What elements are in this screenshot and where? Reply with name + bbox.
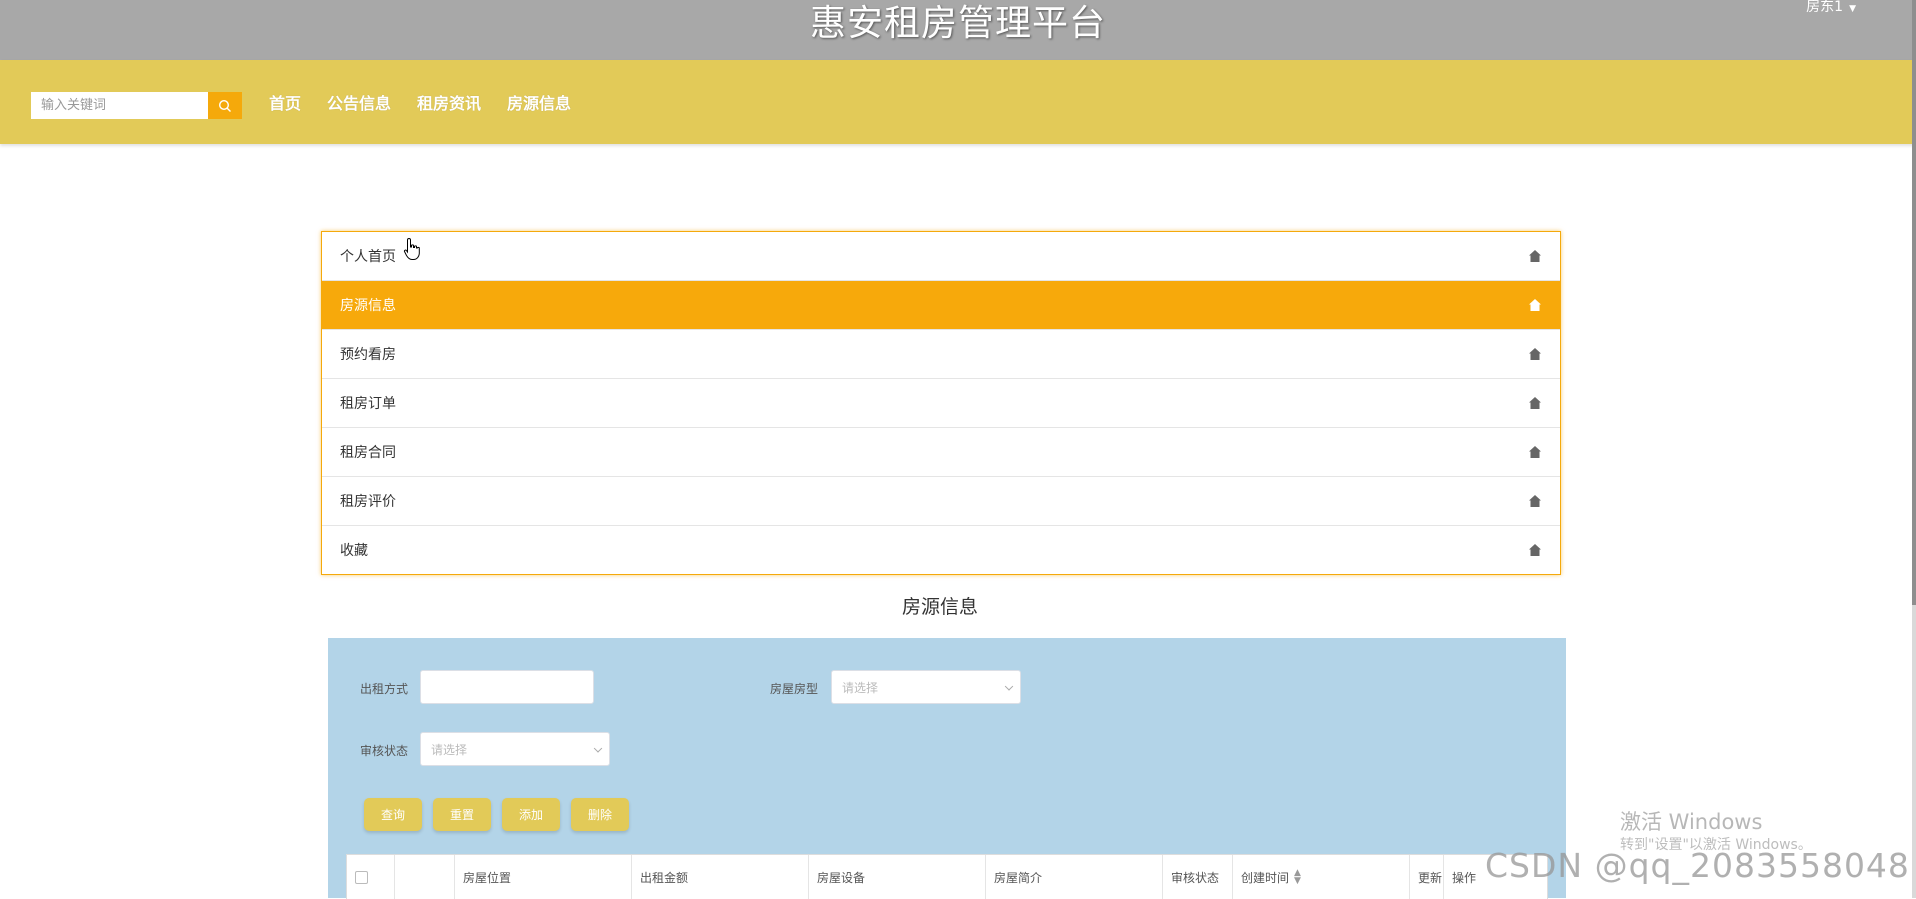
user-name: 房东1 xyxy=(1806,0,1844,15)
main-navbar: 首页 公告信息 租房资讯 房源信息 xyxy=(0,60,1916,144)
nav-link-home[interactable]: 首页 xyxy=(269,90,301,114)
home-icon xyxy=(1529,299,1541,311)
search-input[interactable] xyxy=(31,92,208,119)
rent-mode-label: 出租方式 xyxy=(360,682,409,696)
home-icon xyxy=(1529,250,1541,262)
nav-link-announcements[interactable]: 公告信息 xyxy=(327,90,391,114)
audit-status-placeholder: 请选择 xyxy=(431,742,468,757)
sort-icon[interactable]: ▲ ▼ xyxy=(1294,869,1301,886)
home-icon xyxy=(1529,495,1541,507)
column-index xyxy=(395,855,455,899)
column-updated: 更新 xyxy=(1410,855,1444,899)
chevron-down-icon xyxy=(593,744,603,753)
home-icon xyxy=(1529,446,1541,458)
nav-link-listings[interactable]: 房源信息 xyxy=(507,90,571,114)
column-location: 房屋位置 xyxy=(455,855,632,899)
hand-cursor-icon xyxy=(403,237,420,260)
chevron-down-icon: ▼ xyxy=(1849,4,1856,14)
user-center-menu: 个人首页 房源信息 预约看房 租房订单 租房合同 租房评价 收藏 xyxy=(321,231,1561,575)
search-icon xyxy=(218,99,231,112)
delete-button[interactable]: 删除 xyxy=(571,798,629,831)
nav-links: 首页 公告信息 租房资讯 房源信息 xyxy=(269,90,597,114)
csdn-watermark: CSDN @qq_2083558048 xyxy=(1485,846,1910,885)
nav-link-rental-news[interactable]: 租房资讯 xyxy=(417,90,481,114)
menu-item-rental-reviews[interactable]: 租房评价 xyxy=(322,477,1560,526)
query-button[interactable]: 查询 xyxy=(364,798,422,831)
menu-item-viewing-appointments[interactable]: 预约看房 xyxy=(322,330,1560,379)
menu-item-favorites[interactable]: 收藏 xyxy=(322,526,1560,574)
column-audit-status: 审核状态 xyxy=(1163,855,1233,899)
section-title: 房源信息 xyxy=(901,596,978,618)
house-type-select[interactable]: 请选择 xyxy=(831,670,1021,704)
home-icon xyxy=(1529,544,1541,556)
column-select-all[interactable] xyxy=(347,855,395,899)
search-button[interactable] xyxy=(208,92,242,119)
menu-item-personal-home[interactable]: 个人首页 xyxy=(322,232,1560,281)
top-header: 惠安租房管理平台 房东1 ▼ xyxy=(0,0,1916,60)
menu-item-label: 个人首页 xyxy=(340,249,396,265)
home-icon xyxy=(1529,397,1541,409)
column-description: 房屋简介 xyxy=(986,855,1163,899)
column-rent: 出租金额 xyxy=(632,855,809,899)
column-facilities: 房屋设备 xyxy=(809,855,986,899)
reset-button[interactable]: 重置 xyxy=(433,798,491,831)
listing-table-header: 房屋位置 出租金额 房屋设备 房屋简介 审核状态 创建时间 ▲ ▼ 更新 操作 xyxy=(346,854,1548,899)
add-button[interactable]: 添加 xyxy=(502,798,560,831)
house-type-label: 房屋房型 xyxy=(770,682,819,696)
site-title: 惠安租房管理平台 xyxy=(809,3,1106,44)
select-all-checkbox[interactable] xyxy=(355,870,368,884)
page-scrollbar[interactable] xyxy=(1912,0,1916,898)
home-icon xyxy=(1529,348,1541,360)
rent-mode-input[interactable] xyxy=(420,670,594,704)
chevron-down-icon xyxy=(1004,682,1014,691)
windows-activation-title: 激活 Windows xyxy=(1620,810,1763,834)
column-created-time-label: 创建时间 xyxy=(1241,870,1290,885)
menu-item-label: 租房评价 xyxy=(340,494,396,510)
menu-item-label: 预约看房 xyxy=(340,347,396,363)
menu-item-label: 租房合同 xyxy=(340,445,396,461)
audit-status-select[interactable]: 请选择 xyxy=(420,732,610,766)
house-type-placeholder: 请选择 xyxy=(842,680,879,695)
menu-item-listings[interactable]: 房源信息 xyxy=(322,281,1560,330)
search-box xyxy=(31,92,242,119)
scrollbar-thumb[interactable] xyxy=(1912,0,1916,605)
menu-item-label: 房源信息 xyxy=(340,298,396,314)
column-created-time[interactable]: 创建时间 ▲ ▼ xyxy=(1233,855,1410,899)
user-menu[interactable]: 房东1 ▼ xyxy=(1806,0,1856,16)
menu-item-rental-contracts[interactable]: 租房合同 xyxy=(322,428,1560,477)
menu-item-rental-orders[interactable]: 租房订单 xyxy=(322,379,1560,428)
menu-item-label: 收藏 xyxy=(340,543,368,559)
listing-panel: 出租方式 房屋房型 请选择 审核状态 请选择 查询 重置 添加 删除 房屋位置 … xyxy=(328,638,1566,899)
menu-item-label: 租房订单 xyxy=(340,396,396,412)
audit-status-label: 审核状态 xyxy=(360,744,409,758)
